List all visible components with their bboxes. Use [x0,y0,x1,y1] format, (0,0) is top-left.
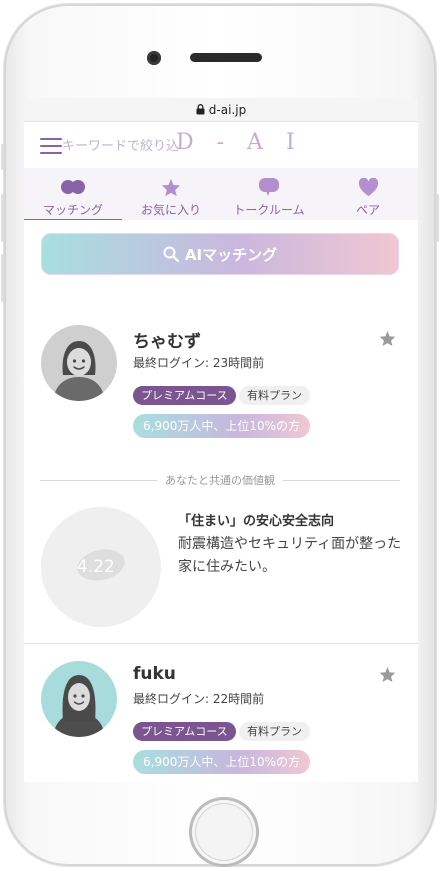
shared-values-heading: あなたと共通の価値観 [40,473,400,487]
keyword-search-input[interactable]: キーワードで絞り込 [62,135,179,154]
front-camera [147,51,161,65]
value-score-circle: 4.22 [41,507,161,627]
tab-pair-label: ペア [355,203,380,217]
value-score: 4.22 [77,557,115,577]
profile-name: fuku [133,664,176,684]
tab-pair[interactable]: ペア [318,168,418,220]
ai-matching-label: AIマッチング [184,245,278,264]
search-icon [163,246,179,262]
chat-bubble-icon [259,178,279,196]
power-button [436,194,439,242]
favorite-star-icon[interactable] [379,666,396,683]
lock-icon [196,104,205,115]
two-circles-icon [61,180,85,194]
app-logo: D - A I [176,130,303,155]
browser-url-bar[interactable]: d-ai.jp [24,98,418,122]
tab-matching-label: マッチング [42,203,103,217]
rank-badge: 6,900万人中、上位10%の方 [133,414,311,438]
tab-favorites-label: お気に入り [140,203,201,217]
tab-talkroom-label: トークルーム [233,203,305,217]
paid-plan-badge: 有料プラン [239,722,310,741]
earpiece-speaker [190,53,262,62]
star-icon [161,178,181,196]
paid-plan-badge: 有料プラン [239,386,310,405]
heart-icon [358,177,378,196]
phone-screen: d-ai.jp キーワードで絞り込 D - A I マッチング お気に入り トー… [24,98,418,782]
url-text: d-ai.jp [208,102,247,117]
premium-badge: プレミアムコース [133,722,236,741]
tab-favorites[interactable]: お気に入り [122,168,220,220]
avatar[interactable] [41,325,117,401]
hamburger-menu-icon[interactable] [40,138,62,154]
app-header: キーワードで絞り込 D - A I [24,122,418,168]
volume-up-button [1,194,4,242]
value-title: 「住まい」の安心安全志向 [178,514,335,529]
avatar[interactable] [41,661,117,737]
value-description: 耐震構造やセキュリティ面が整った家に住みたい。 [178,536,402,575]
ai-matching-button[interactable]: AIマッチング [41,233,399,275]
side-button [1,144,4,170]
volume-down-button [1,254,4,302]
tab-matching[interactable]: マッチング [24,168,122,220]
rank-badge: 6,900万人中、上位10%の方 [133,750,311,774]
main-tabs: マッチング お気に入り トークルーム ペア [24,168,418,220]
premium-badge: プレミアムコース [133,386,236,405]
card-divider [24,643,418,644]
profile-name: ちゃむず [133,332,201,352]
tab-talkroom[interactable]: トークルーム [220,168,318,220]
favorite-star-icon[interactable] [379,330,396,347]
home-button[interactable] [189,797,259,867]
last-login: 最終ログイン: 22時間前 [133,692,265,706]
last-login: 最終ログイン: 23時間前 [133,356,265,370]
